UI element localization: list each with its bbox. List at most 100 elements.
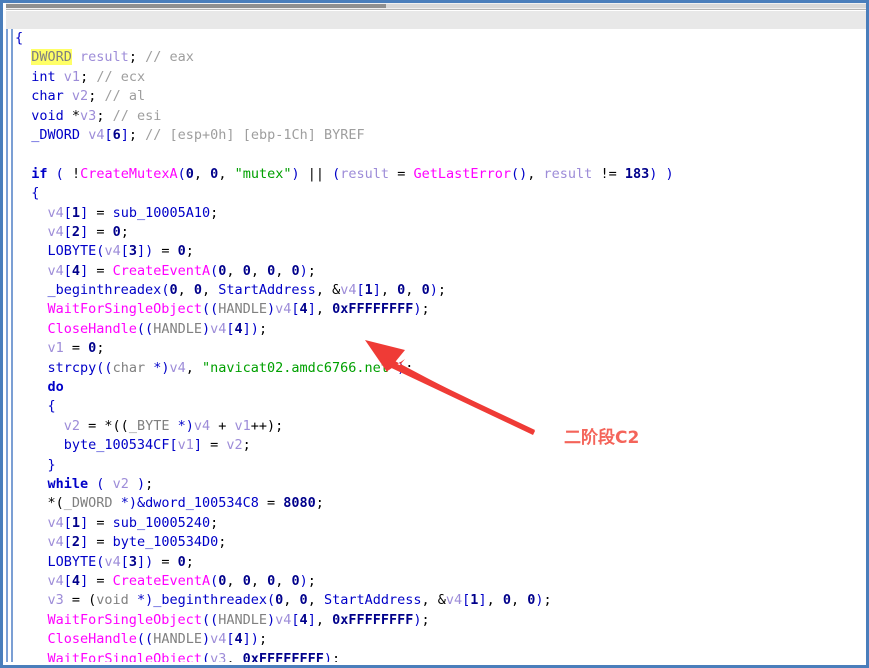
code-line[interactable]: void *v3; // esi bbox=[15, 107, 863, 126]
code-token: sub_10005240 bbox=[112, 514, 211, 531]
code-token: // ecx bbox=[96, 68, 146, 85]
code-token: , bbox=[193, 165, 211, 182]
code-token: 0 bbox=[185, 165, 194, 182]
code-token: ] bbox=[372, 282, 381, 299]
annotation-label: 二阶段C2 bbox=[564, 428, 640, 448]
code-token: ; bbox=[145, 475, 154, 492]
code-token: HANDLE bbox=[153, 631, 202, 648]
code-token: ; bbox=[128, 126, 138, 143]
code-token: ] bbox=[242, 631, 251, 648]
code-line[interactable]: LOBYTE(v4[3]) = 0; bbox=[15, 553, 863, 572]
code-line[interactable]: { bbox=[15, 184, 863, 203]
code-line[interactable]: DWORD result; // eax bbox=[15, 48, 863, 67]
code-line[interactable]: v4[4] = CreateEventA(0, 0, 0, 0); bbox=[15, 572, 863, 591]
code-line[interactable]: WaitForSingleObject((HANDLE)v4[4], 0xFFF… bbox=[15, 611, 863, 630]
code-token: v4 bbox=[47, 262, 64, 279]
code-line[interactable]: if ( !CreateMutexA(0, 0, "mutex") || (re… bbox=[15, 165, 863, 184]
code-line[interactable]: do bbox=[15, 378, 863, 397]
code-line[interactable]: CloseHandle((HANDLE)v4[4]); bbox=[15, 630, 863, 649]
code-token: 0 bbox=[169, 282, 178, 299]
code-line[interactable]: v1 = 0; bbox=[15, 339, 863, 358]
code-line[interactable]: CloseHandle((HANDLE)v4[4]); bbox=[15, 320, 863, 339]
code-token: HANDLE bbox=[153, 320, 202, 337]
code-line[interactable]: v4[1] = sub_10005240; bbox=[15, 514, 863, 533]
pseudocode-body[interactable]: { DWORD result; // eax int v1; // ecx ch… bbox=[15, 29, 863, 665]
code-token: + bbox=[210, 417, 235, 434]
code-line[interactable]: while ( v2 ); bbox=[15, 475, 863, 494]
code-token: v1 bbox=[177, 437, 194, 454]
code-token: 0 bbox=[177, 243, 186, 260]
code-line[interactable]: v3 = (void *)_beginthreadex(0, 0, StartA… bbox=[15, 591, 863, 610]
code-line[interactable] bbox=[15, 145, 863, 164]
code-line[interactable]: *(_DWORD *)&dword_100534C8 = 8080; bbox=[15, 494, 863, 513]
code-line[interactable]: { bbox=[15, 397, 863, 416]
code-token: v3 bbox=[80, 107, 97, 124]
code-token: ] bbox=[120, 126, 129, 143]
code-line[interactable]: int v1; // ecx bbox=[15, 68, 863, 87]
code-token: [ bbox=[226, 320, 235, 337]
code-line[interactable]: byte_100534CF[v1] = v2; bbox=[15, 436, 863, 455]
code-token: 0 bbox=[421, 282, 430, 299]
code-token: [ bbox=[63, 204, 72, 221]
code-token: [ bbox=[169, 437, 178, 454]
code-token: ) bbox=[413, 611, 422, 628]
code-token: 4 bbox=[71, 262, 81, 279]
code-token: v4 bbox=[275, 301, 292, 318]
code-line[interactable]: { bbox=[15, 29, 863, 48]
code-token: 4 bbox=[234, 631, 243, 648]
code-token: = bbox=[153, 243, 178, 260]
code-token: v4 bbox=[210, 320, 227, 337]
code-token: ) bbox=[299, 572, 308, 589]
code-token: 0 bbox=[291, 262, 300, 279]
code-token: v4 bbox=[104, 553, 121, 570]
code-token: _beginthreadex bbox=[153, 592, 267, 609]
code-token: [ bbox=[63, 534, 72, 551]
code-token: CreateMutexA bbox=[80, 165, 178, 182]
code-token: ! bbox=[63, 165, 81, 182]
code-line[interactable]: v4[4] = CreateEventA(0, 0, 0, 0); bbox=[15, 262, 863, 281]
code-token: , bbox=[510, 592, 528, 609]
horizontal-scrollbar[interactable] bbox=[6, 3, 866, 10]
code-token: ; bbox=[437, 282, 446, 299]
scrollbar-thumb[interactable] bbox=[6, 4, 386, 8]
code-token: ) bbox=[201, 631, 211, 648]
code-token: 2 bbox=[71, 223, 81, 240]
code-line[interactable]: v4[2] = 0; bbox=[15, 223, 863, 242]
code-line[interactable]: v2 = *((_BYTE *)v4 + v1++); bbox=[15, 417, 863, 436]
code-line[interactable]: _beginthreadex(0, 0, StartAddress, &v4[1… bbox=[15, 281, 863, 300]
code-token: = bbox=[88, 262, 113, 279]
code-line[interactable]: WaitForSingleObject((HANDLE)v4[4], 0xFFF… bbox=[15, 300, 863, 319]
code-line[interactable]: char v2; // al bbox=[15, 87, 863, 106]
code-token: 4 bbox=[234, 320, 243, 337]
code-line[interactable]: } bbox=[15, 456, 863, 475]
code-line[interactable]: strcpy((char *)v4, "navicat02.amdc6766.n… bbox=[15, 359, 863, 378]
window-bottom-edge bbox=[6, 662, 866, 665]
scrollbar-track[interactable] bbox=[386, 4, 866, 8]
code-token: ( bbox=[177, 165, 186, 182]
code-token: , bbox=[275, 572, 292, 589]
code-token: [ bbox=[63, 572, 72, 589]
code-token: v4 bbox=[193, 417, 211, 434]
code-token: ] bbox=[80, 514, 89, 531]
code-token: *) bbox=[145, 359, 170, 376]
code-token: v2 bbox=[71, 88, 89, 105]
code-token: v4 bbox=[340, 282, 357, 299]
code-token: = bbox=[88, 514, 113, 531]
code-line[interactable]: v4[2] = byte_100534D0; bbox=[15, 533, 863, 552]
code-line[interactable]: v4[1] = sub_10005A10; bbox=[15, 204, 863, 223]
decompiler-window: DWORD MainRun() { DWORD result; // eax i… bbox=[0, 0, 869, 668]
code-token: (( bbox=[96, 359, 113, 376]
code-line[interactable]: _DWORD v4[6]; // [esp+0h] [ebp-1Ch] BYRE… bbox=[15, 126, 863, 145]
code-token: , bbox=[226, 572, 243, 589]
code-line[interactable]: LOBYTE(v4[3]) = 0; bbox=[15, 242, 863, 261]
code-token: 2 bbox=[71, 534, 81, 551]
code-token: 0 bbox=[177, 553, 186, 570]
